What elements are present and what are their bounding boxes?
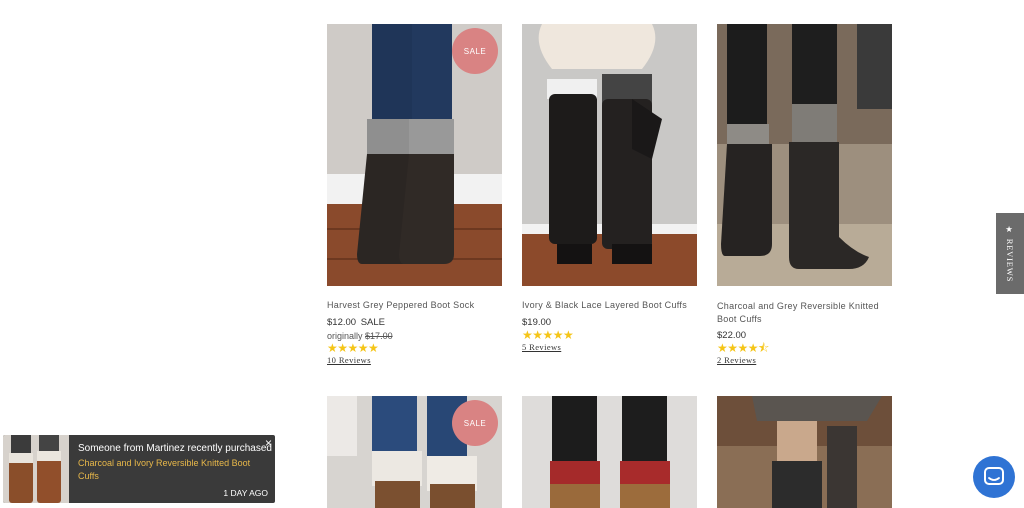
product-photo: [522, 396, 697, 508]
product-price: $19.00: [522, 317, 551, 328]
popup-timestamp: 1 DAY AGO: [223, 488, 268, 498]
product-price: $22.00: [717, 330, 746, 341]
product-title[interactable]: Charcoal and Grey Reversible Knitted Boo…: [717, 300, 892, 325]
product-card[interactable]: Ivory & Black Lace Layered Boot Cuffs $1…: [522, 24, 697, 359]
star-rating: ★★★★★: [522, 328, 574, 342]
original-price: originally $17.00: [327, 331, 393, 341]
chat-bubble-icon: [984, 467, 1004, 485]
star-rating: ★★★★★: [327, 341, 379, 355]
popup-product-link[interactable]: Charcoal and Ivory Reversible Knitted Bo…: [78, 457, 258, 483]
original-price-value: $17.00: [365, 331, 393, 341]
sale-label: SALE: [360, 317, 385, 328]
reviews-side-tab[interactable]: ★ REVIEWS: [996, 213, 1024, 294]
star-rating: ★★★★⯪: [717, 341, 769, 355]
product-title[interactable]: Harvest Grey Peppered Boot Sock: [327, 299, 502, 312]
product-image[interactable]: [522, 24, 697, 286]
product-price: $12.00 SALE: [327, 317, 385, 328]
sale-badge: SALE: [452, 400, 498, 446]
product-image[interactable]: [717, 396, 892, 508]
product-card[interactable]: SALE: [327, 396, 502, 508]
price-value: $22.00: [717, 330, 747, 341]
product-image[interactable]: [522, 396, 697, 508]
product-card[interactable]: [717, 396, 892, 508]
product-card[interactable]: Charcoal and Grey Reversible Knitted Boo…: [717, 24, 892, 369]
product-photo: [522, 24, 697, 286]
price-value: $19.00: [522, 317, 552, 328]
reviews-link[interactable]: 2 Reviews: [717, 355, 756, 365]
product-card[interactable]: SALE Harvest Grey Peppered Boot Sock $12…: [327, 24, 502, 369]
sale-price: $12.00: [327, 317, 357, 328]
reviews-link[interactable]: 5 Reviews: [522, 342, 561, 352]
reviews-tab-label: ★ REVIEWS: [1005, 224, 1015, 283]
product-title[interactable]: Ivory & Black Lace Layered Boot Cuffs: [522, 299, 697, 312]
reviews-link[interactable]: 10 Reviews: [327, 355, 371, 365]
product-photo: [717, 396, 892, 508]
originally-label: originally: [327, 331, 363, 341]
chat-launcher-button[interactable]: [973, 456, 1015, 498]
recent-purchase-popup[interactable]: Someone from Martinez recently purchased…: [3, 435, 275, 503]
product-image[interactable]: [717, 24, 892, 286]
popup-product-thumbnail: [3, 435, 69, 503]
sale-badge: SALE: [452, 28, 498, 74]
product-card[interactable]: [522, 396, 697, 508]
product-photo: [717, 24, 892, 286]
popup-headline: Someone from Martinez recently purchased: [78, 443, 272, 454]
close-icon[interactable]: ×: [265, 436, 272, 450]
